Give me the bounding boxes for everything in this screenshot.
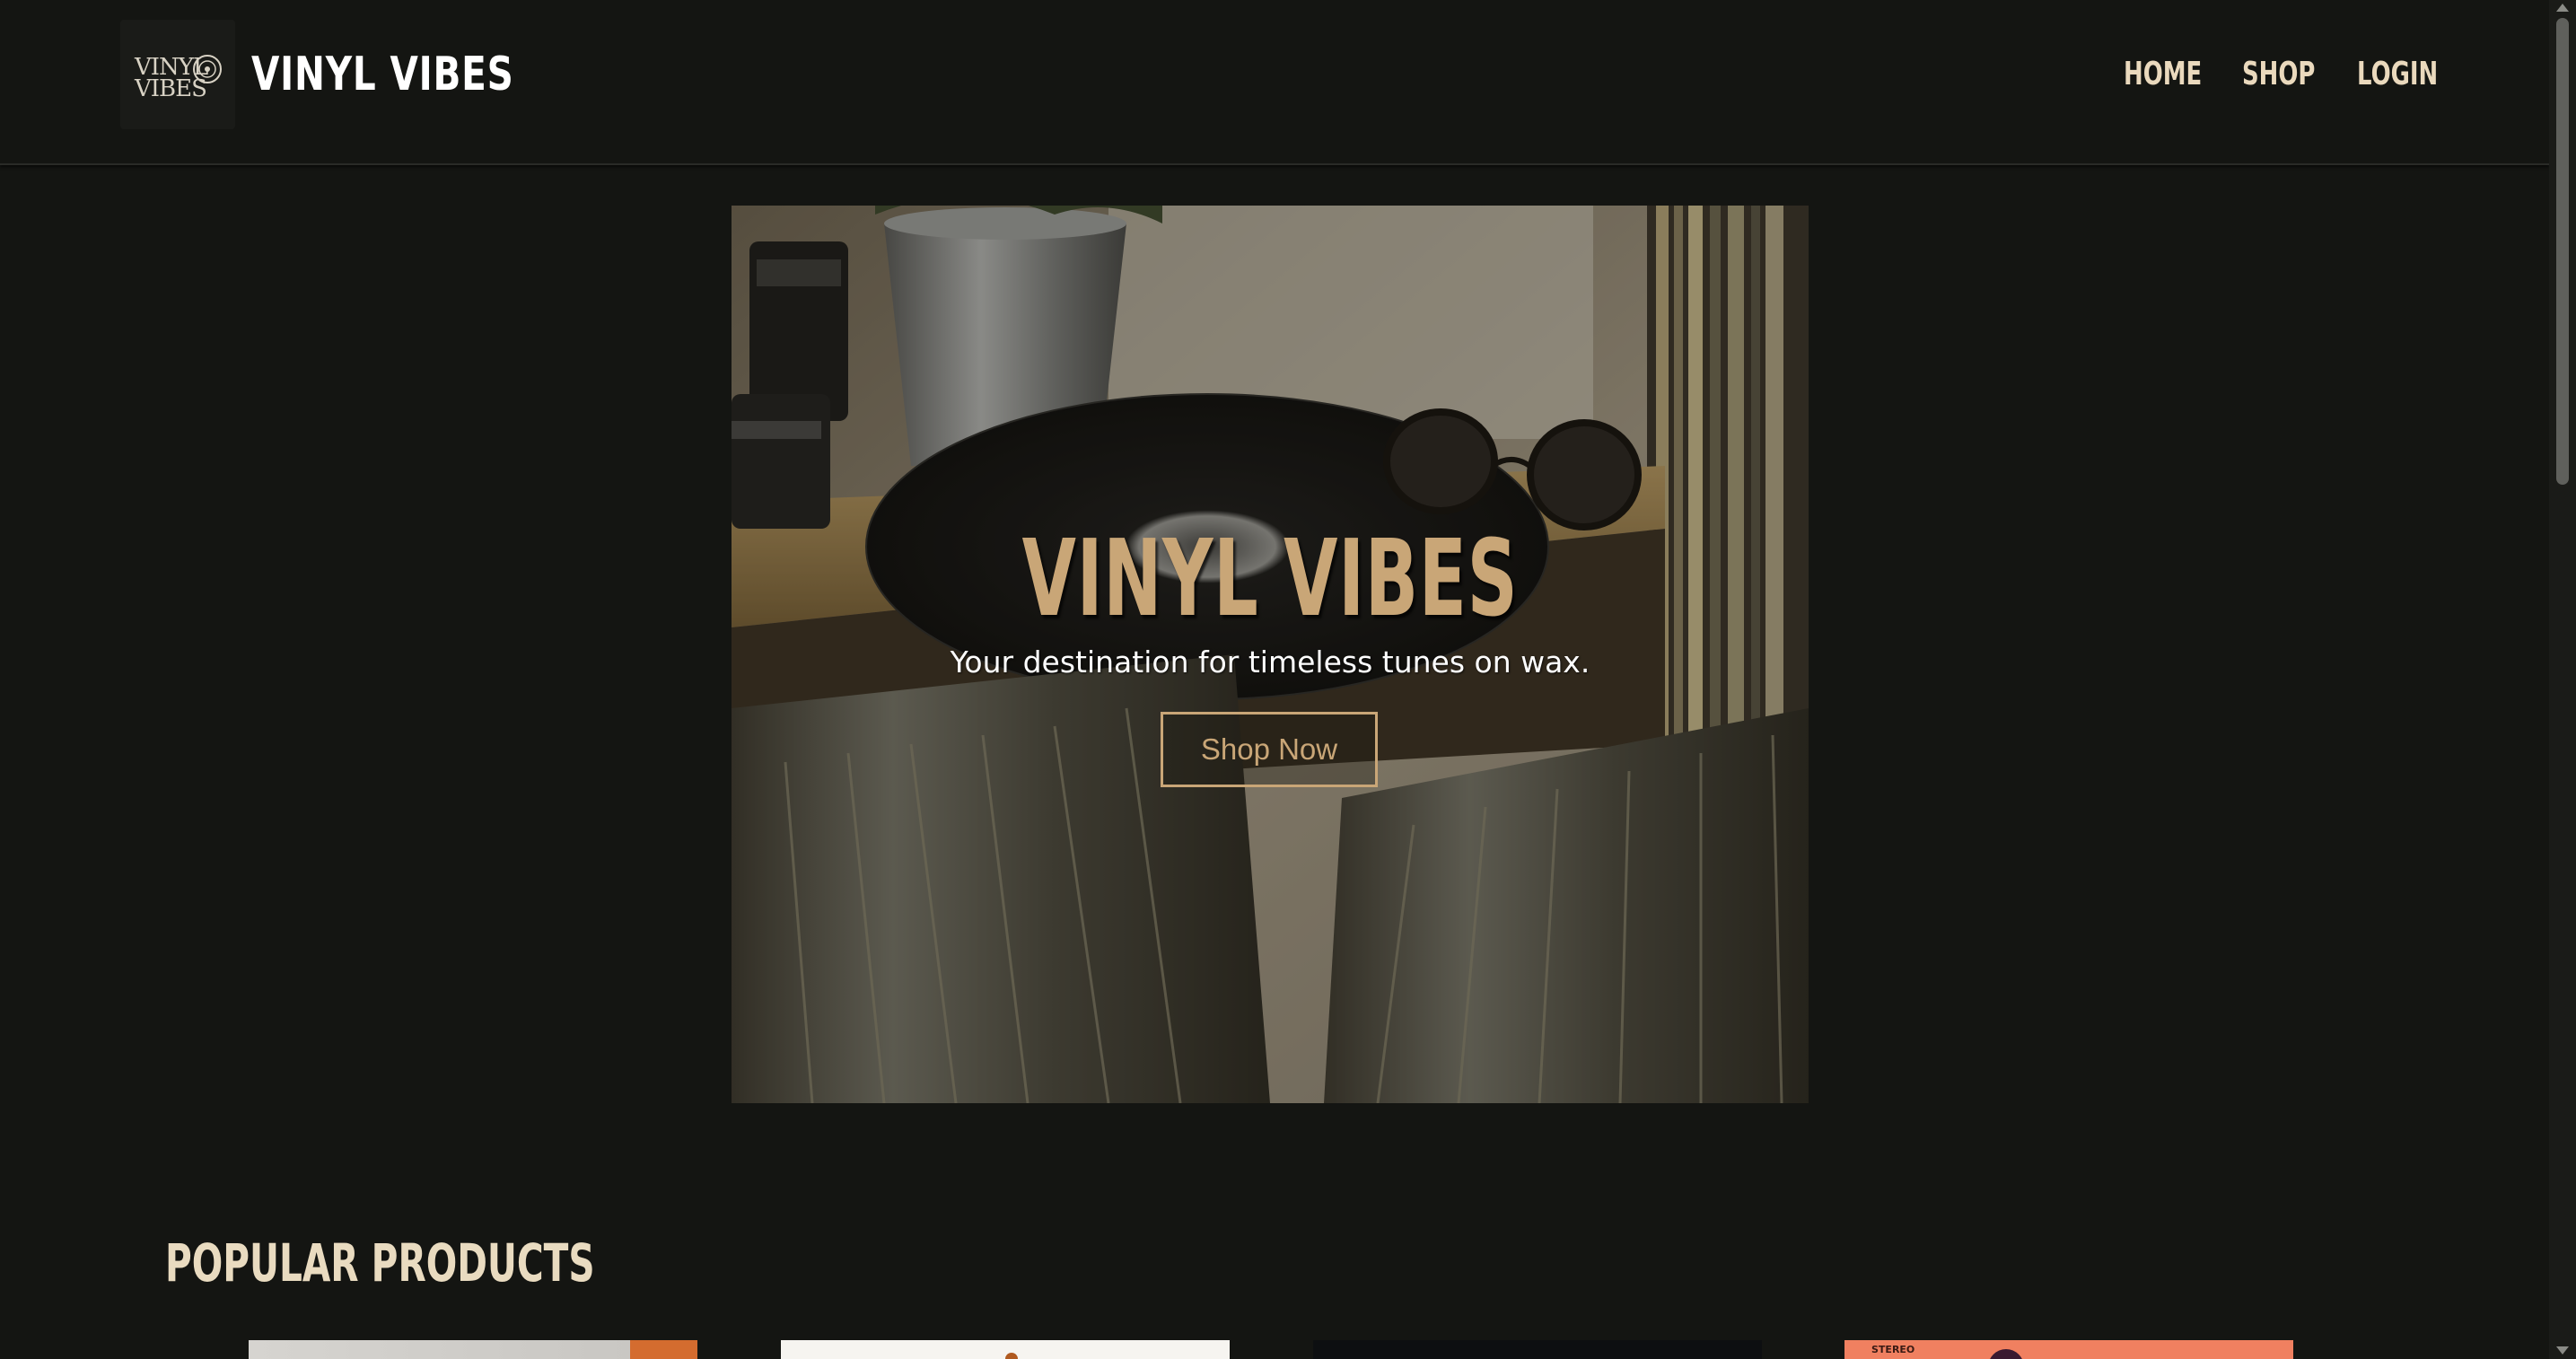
product-card[interactable] [249, 1340, 697, 1359]
site-header: VINYL VIBES VINYL VIBES HOME SHOP LOGIN [0, 0, 2549, 165]
scroll-up-icon[interactable] [2556, 4, 2569, 12]
product-card[interactable] [781, 1340, 1230, 1359]
scrollbar[interactable] [2549, 0, 2576, 1359]
page: VINYL VIBES VINYL VIBES HOME SHOP LOGIN [0, 0, 2576, 1359]
vinyl-record-icon [193, 55, 222, 83]
scroll-down-icon[interactable] [2556, 1346, 2569, 1355]
product-card[interactable] [1313, 1340, 1762, 1359]
nav-shop-link[interactable]: SHOP [2242, 52, 2315, 97]
scrollbar-thumb[interactable] [2556, 18, 2569, 485]
hero-title: VINYL VIBES [1021, 516, 1519, 640]
nav-login-link[interactable]: LOGIN [2357, 52, 2438, 97]
logo[interactable]: VINYL VIBES [120, 20, 235, 129]
product-cover-text: STEREO [1871, 1344, 1915, 1355]
product-cover-art [1005, 1353, 1018, 1359]
hero-subtitle: Your destination for timeless tunes on w… [950, 644, 1590, 680]
product-card[interactable]: STEREO [1844, 1340, 2293, 1359]
product-cover-art [1988, 1349, 2024, 1359]
popular-products-heading: POPULAR PRODUCTS [165, 1232, 595, 1293]
shop-now-button[interactable]: Shop Now [1161, 712, 1378, 787]
brand-title[interactable]: VINYL VIBES [251, 43, 514, 106]
hero-banner: VINYL VIBES Your destination for timeles… [732, 206, 1809, 1103]
nav-home-link[interactable]: HOME [2124, 52, 2202, 97]
